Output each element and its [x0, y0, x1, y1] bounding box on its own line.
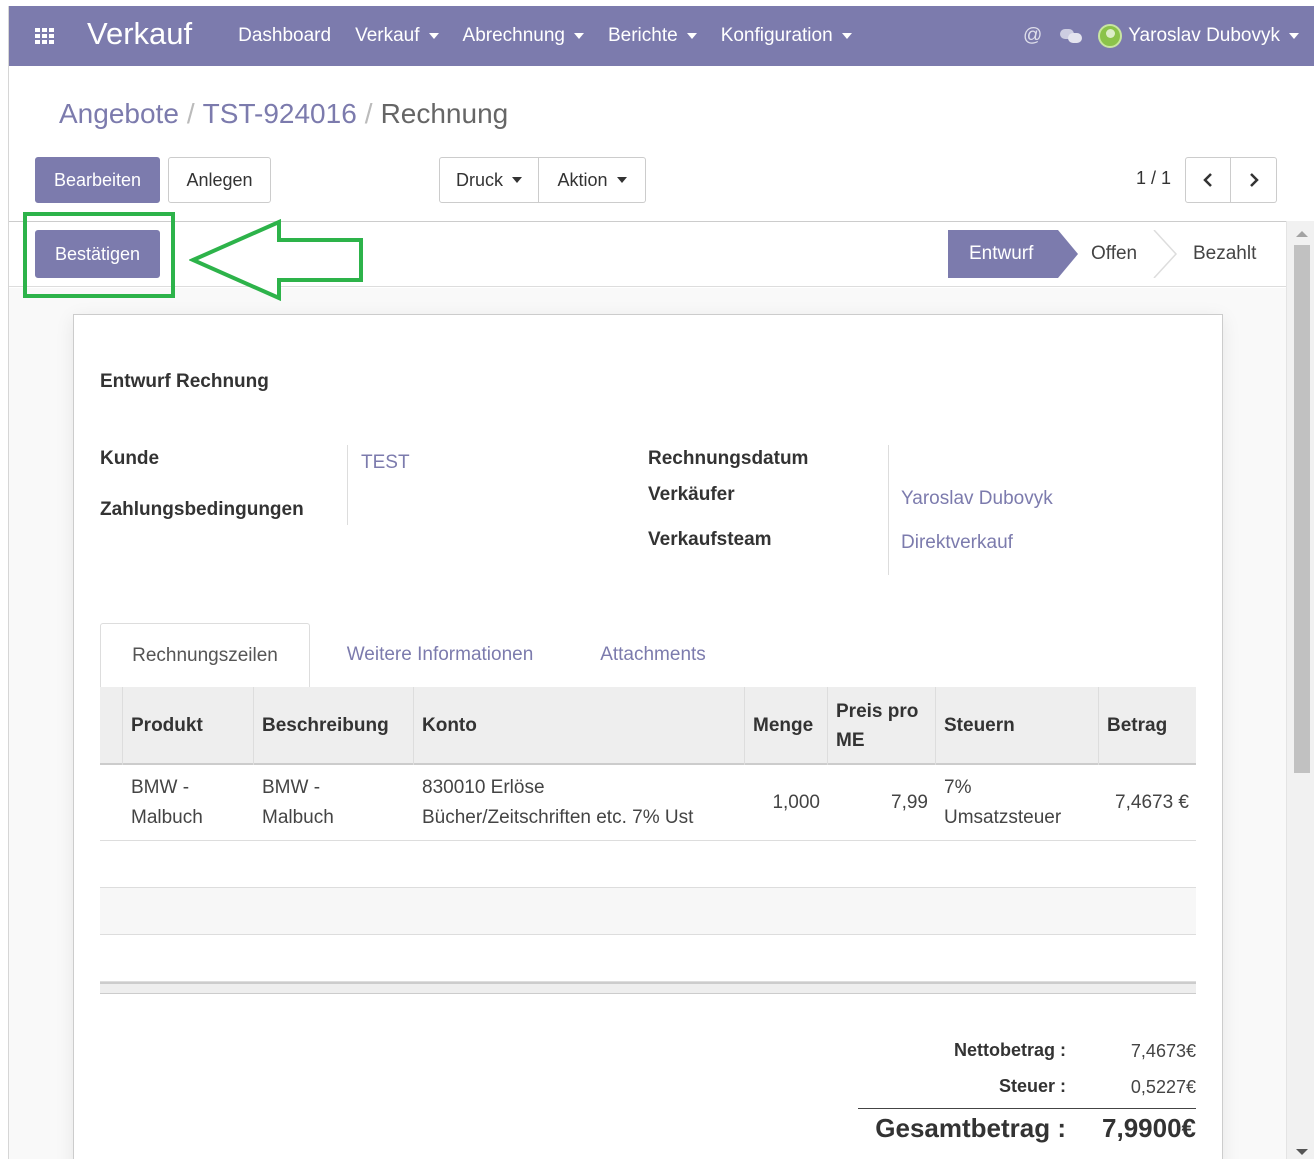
menu-item-berichte[interactable]: Berichte	[608, 25, 697, 47]
highlight-box	[23, 212, 175, 298]
breadcrumb: Angebote / TST-924016/Rechnung	[59, 98, 509, 129]
menu-item-dashboard[interactable]: Dashboard	[238, 25, 331, 47]
tax-amount-value: 0,5227€	[1130, 1077, 1196, 1097]
invoice-lines-header: Produkt Beschreibung Konto Menge Preis p…	[100, 687, 1196, 765]
mentions-icon[interactable]: @	[1023, 25, 1042, 47]
stage-paid[interactable]: Bezahlt	[1193, 230, 1256, 278]
stage-draft: Entwurf	[948, 230, 1078, 278]
breadcrumb-order[interactable]: TST-924016	[203, 98, 357, 129]
customer-value[interactable]: TEST	[361, 452, 410, 474]
breadcrumb-angebote[interactable]: Angebote	[59, 98, 179, 129]
pager-next-button[interactable]	[1231, 157, 1277, 203]
table-footer	[100, 982, 1196, 994]
apps-grid-icon[interactable]	[35, 28, 55, 44]
app-window: Verkauf Dashboard Verkauf Abrechnung Ber…	[8, 6, 1314, 1159]
scroll-thumb[interactable]	[1294, 245, 1310, 773]
totals-divider	[858, 1108, 1196, 1109]
caret-down-icon	[686, 33, 697, 39]
net-amount-value: 7,4673€	[1130, 1041, 1196, 1061]
caret-down-icon	[512, 177, 522, 183]
cell-amount: 7,4673 €	[1115, 792, 1189, 813]
notebook-tabs: Rechnungszeilen Weitere Informationen At…	[100, 623, 1196, 687]
sales-team-label: Verkaufsteam	[648, 529, 772, 550]
print-dropdown[interactable]: Druck	[439, 157, 539, 203]
navbar-systray: @ Yaroslav Dubovyk	[1023, 6, 1314, 66]
column-product[interactable]: Produkt	[122, 687, 253, 765]
total-amount-label: Gesamtbetrag :	[875, 1113, 1066, 1143]
cell-description: BMW - Malbuch	[262, 777, 334, 828]
cell-account: 830010 Erlöse Bücher/Zeitschriften etc. 7…	[422, 777, 694, 828]
arrow-left-icon	[189, 218, 363, 302]
pager-previous-button[interactable]	[1185, 157, 1231, 203]
cell-quantity: 1,000	[772, 792, 820, 813]
caret-down-icon	[428, 33, 439, 39]
menu-item-abrechnung[interactable]: Abrechnung	[463, 25, 584, 47]
chevron-right-icon	[1249, 173, 1259, 187]
net-amount-label: Nettobetrag :	[954, 1040, 1066, 1060]
salesperson-value[interactable]: Yaroslav Dubovyk	[901, 488, 1053, 510]
caret-down-icon	[841, 33, 852, 39]
chat-icon[interactable]	[1060, 27, 1083, 45]
column-quantity[interactable]: Menge	[744, 687, 827, 765]
tab-other-info[interactable]: Weitere Informationen	[310, 623, 570, 687]
user-menu[interactable]: Yaroslav Dubovyk	[1098, 24, 1299, 48]
pager-buttons	[1185, 157, 1277, 203]
avatar	[1098, 24, 1123, 48]
tab-invoice-lines[interactable]: Rechnungszeilen	[100, 623, 310, 687]
empty-row[interactable]	[100, 935, 1196, 982]
sales-team-value[interactable]: Direktverkauf	[901, 532, 1013, 554]
caret-down-icon	[573, 33, 584, 39]
scroll-up-arrow-icon[interactable]	[1296, 231, 1308, 237]
cell-product: BMW - Malbuch	[131, 777, 203, 828]
create-button[interactable]: Anlegen	[168, 157, 271, 203]
caret-down-icon	[616, 177, 627, 183]
tab-attachments[interactable]: Attachments	[570, 623, 736, 687]
column-unit-price[interactable]: Preis pro ME	[827, 687, 935, 765]
cell-unit-price: 7,99	[891, 792, 928, 813]
tax-amount-label: Steuer :	[998, 1076, 1066, 1096]
field-divider	[347, 445, 348, 525]
breadcrumb-current: Rechnung	[380, 98, 509, 129]
action-dropdown[interactable]: Aktion	[539, 157, 646, 203]
edit-button[interactable]: Bearbeiten	[35, 157, 160, 203]
pager-value[interactable]: 1 / 1	[1136, 168, 1171, 189]
customer-label: Kunde	[100, 448, 160, 469]
top-navbar: Verkauf Dashboard Verkauf Abrechnung Ber…	[9, 6, 1314, 66]
empty-row[interactable]	[100, 842, 1196, 888]
table-row[interactable]: BMW - Malbuch BMW - Malbuch 830010 Erlöse B…	[100, 765, 1196, 841]
app-brand: Verkauf	[87, 16, 193, 51]
field-divider	[888, 445, 889, 575]
column-description[interactable]: Beschreibung	[253, 687, 413, 765]
chevron-left-icon	[1203, 173, 1212, 187]
invoice-date-label: Rechnungsdatum	[648, 448, 809, 469]
payment-terms-label: Zahlungsbedingungen	[100, 499, 304, 520]
column-account[interactable]: Konto	[413, 687, 744, 765]
stage-open[interactable]: Offen	[1091, 230, 1137, 278]
document-title: Entwurf Rechnung	[100, 371, 269, 392]
menu-item-verkauf[interactable]: Verkauf	[355, 25, 439, 47]
user-name: Yaroslav Dubovyk	[1128, 25, 1280, 46]
empty-row[interactable]	[100, 888, 1196, 935]
scroll-down-arrow-icon[interactable]	[1296, 1149, 1308, 1155]
column-amount[interactable]: Betrag	[1098, 687, 1196, 765]
salesperson-label: Verkäufer	[648, 484, 735, 505]
vertical-scrollbar[interactable]	[1286, 221, 1314, 1159]
main-menu: Dashboard Verkauf Abrechnung Berichte Ko…	[238, 25, 876, 47]
sidebar-buttons: Druck Aktion	[439, 157, 646, 203]
invoice-sheet: Entwurf Rechnung Kunde Zahlungsbedingung…	[73, 314, 1223, 1159]
menu-item-konfiguration[interactable]: Konfiguration	[721, 25, 852, 47]
total-amount-value: 7,9900€	[1102, 1113, 1196, 1143]
caret-down-icon	[1289, 33, 1299, 39]
column-taxes[interactable]: Steuern	[935, 687, 1098, 765]
stage-separator-icon	[1153, 230, 1177, 278]
cell-taxes: 7% Umsatzsteuer	[944, 777, 1062, 828]
